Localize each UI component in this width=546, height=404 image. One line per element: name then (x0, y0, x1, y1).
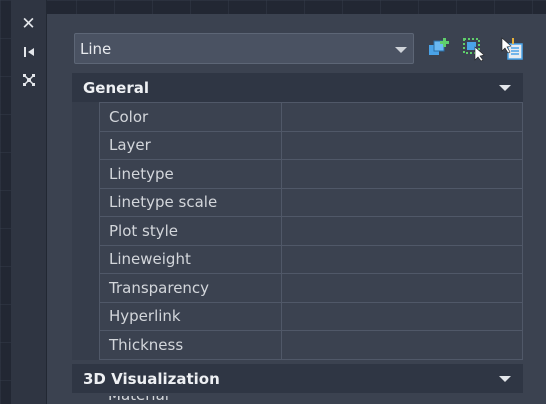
property-name: Lineweight (99, 244, 282, 274)
select-objects-icon[interactable] (461, 36, 487, 62)
property-row-color[interactable]: Color (99, 102, 523, 132)
property-grid-general: Color Layer Linetype Linetype scale Plot… (99, 102, 523, 360)
property-value[interactable] (281, 244, 523, 274)
chevron-down-icon[interactable] (499, 85, 511, 91)
property-row-thickness[interactable]: Thickness (99, 330, 523, 360)
toggle-pickadd-icon[interactable] (499, 36, 525, 62)
section-title: 3D Visualization (83, 370, 220, 388)
section-title: General (83, 79, 149, 97)
auto-hide-icon[interactable] (11, 39, 46, 65)
property-name: Layer (99, 130, 282, 160)
chevron-down-icon[interactable] (499, 376, 511, 382)
property-name: Color (99, 102, 282, 132)
property-value[interactable] (281, 330, 523, 360)
object-type-value: Line (80, 40, 112, 58)
property-row-lineweight[interactable]: Lineweight (99, 244, 523, 274)
property-name: Linetype (99, 159, 282, 189)
property-row-hyperlink[interactable]: Hyperlink (99, 301, 523, 331)
quick-select-icon[interactable] (426, 36, 452, 62)
property-row-material[interactable]: Material (99, 396, 523, 404)
object-type-dropdown[interactable]: Line (74, 33, 414, 64)
section-header-general[interactable]: General (72, 73, 523, 102)
property-value[interactable] (281, 273, 523, 303)
property-gutter (72, 102, 99, 360)
palette-title-strip: ✕ (11, 0, 47, 404)
chevron-down-icon (395, 47, 407, 53)
property-name: Linetype scale (99, 187, 282, 217)
section-header-3d-visualization[interactable]: 3D Visualization (72, 364, 523, 393)
property-row-linetype[interactable]: Linetype (99, 159, 523, 189)
property-value[interactable] (281, 159, 523, 189)
property-name: Material (108, 396, 169, 404)
close-icon[interactable]: ✕ (11, 11, 46, 37)
property-value[interactable] (281, 301, 523, 331)
property-name: Transparency (99, 273, 282, 303)
property-row-layer[interactable]: Layer (99, 130, 523, 160)
property-name: Plot style (99, 216, 282, 246)
property-name: Hyperlink (99, 301, 282, 331)
properties-palette: Line General Color Layer Linetype Linety… (47, 14, 546, 404)
property-value[interactable] (281, 187, 523, 217)
property-value[interactable] (281, 130, 523, 160)
property-value[interactable] (281, 216, 523, 246)
property-row-transparency[interactable]: Transparency (99, 273, 523, 303)
property-row-plot-style[interactable]: Plot style (99, 216, 523, 246)
property-value[interactable] (281, 102, 523, 132)
property-name: Thickness (99, 330, 282, 360)
properties-settings-icon[interactable] (11, 67, 46, 93)
property-row-linetype-scale[interactable]: Linetype scale (99, 187, 523, 217)
